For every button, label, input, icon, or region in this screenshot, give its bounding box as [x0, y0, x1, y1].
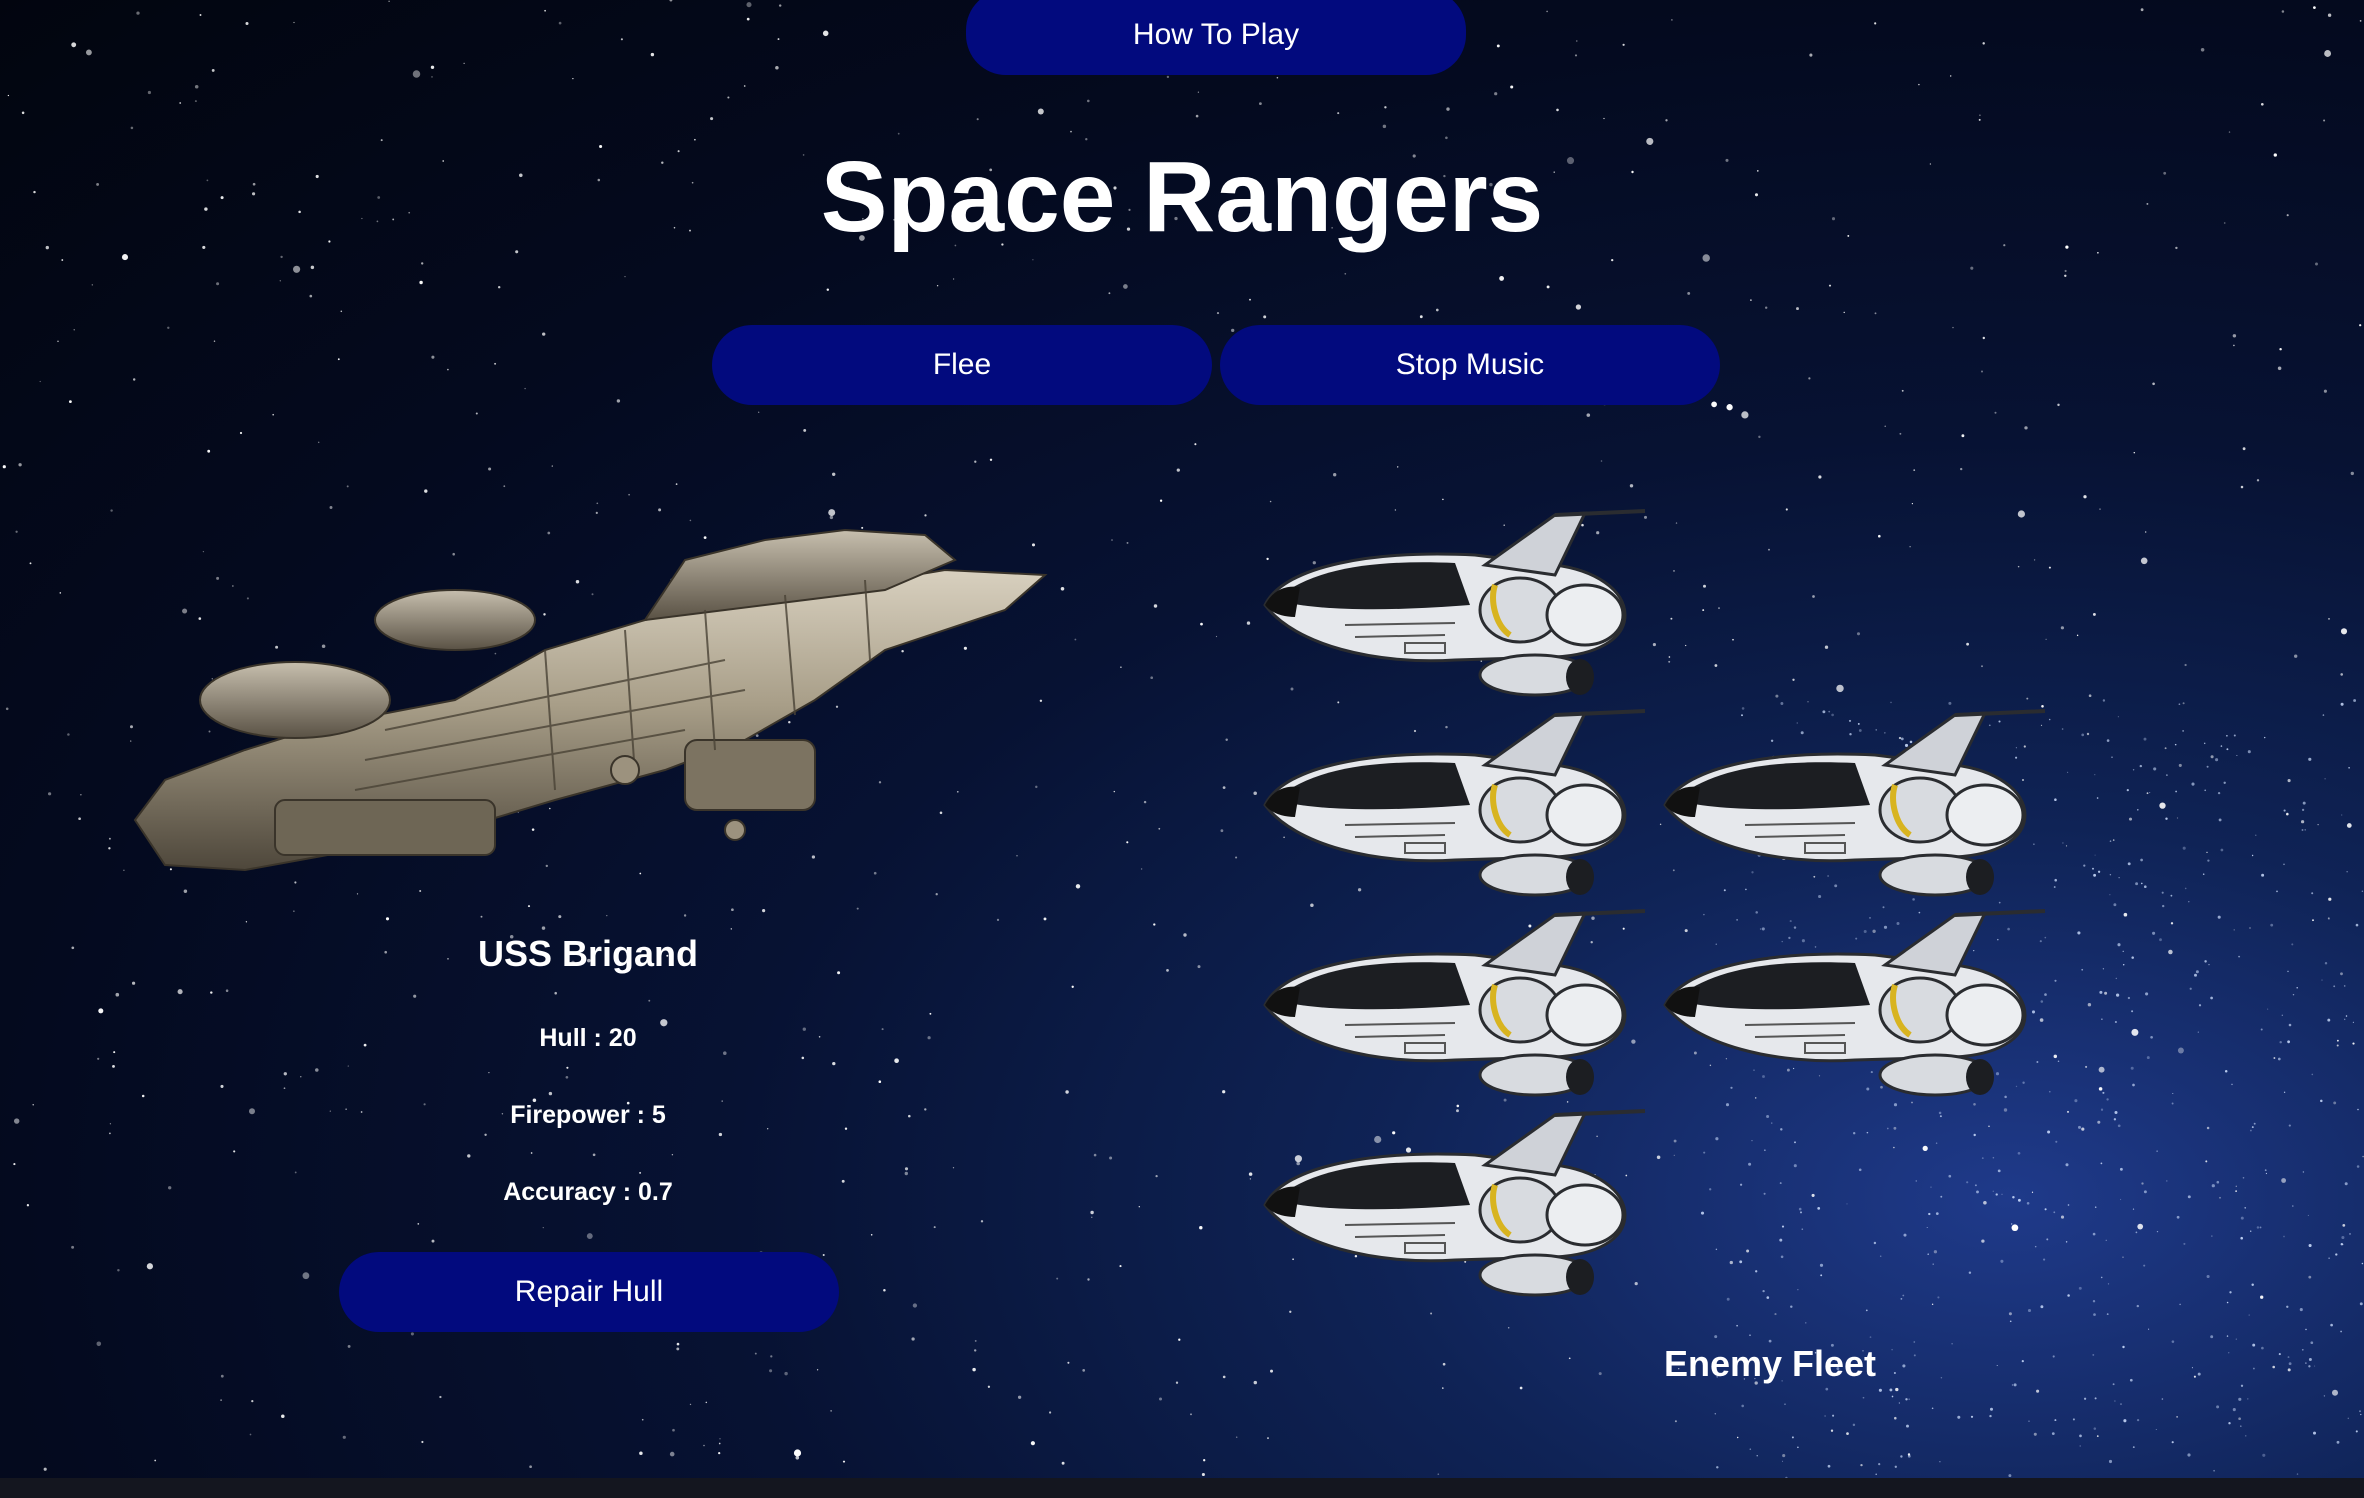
- enemy-ship-3[interactable]: [1655, 705, 2055, 905]
- firepower-stat: Firepower : 5: [510, 1101, 666, 1129]
- enemy-ship-6[interactable]: [1255, 1105, 1655, 1305]
- enemy-ship-4[interactable]: [1255, 905, 1655, 1105]
- footer-bar: [0, 1478, 2364, 1498]
- enemy-ship-1[interactable]: [1255, 505, 1655, 705]
- accuracy-stat: Accuracy : 0.7: [503, 1178, 673, 1206]
- stop-music-button[interactable]: Stop Music: [1220, 325, 1720, 405]
- enemy-ship-5[interactable]: [1655, 905, 2055, 1105]
- player-ship-name: USS Brigand: [477, 933, 699, 974]
- how-to-play-button[interactable]: How To Play: [966, 0, 1466, 75]
- enemy-fleet: [1255, 505, 2075, 1315]
- player-ship-image: [133, 528, 1048, 872]
- game-title: Space Rangers: [820, 141, 1544, 253]
- hull-stat: Hull : 20: [539, 1024, 637, 1052]
- repair-hull-button[interactable]: Repair Hull: [339, 1252, 839, 1332]
- enemy-fleet-label: Enemy Fleet: [1663, 1343, 1877, 1384]
- enemy-ship-2[interactable]: [1255, 705, 1655, 905]
- flee-button[interactable]: Flee: [712, 325, 1212, 405]
